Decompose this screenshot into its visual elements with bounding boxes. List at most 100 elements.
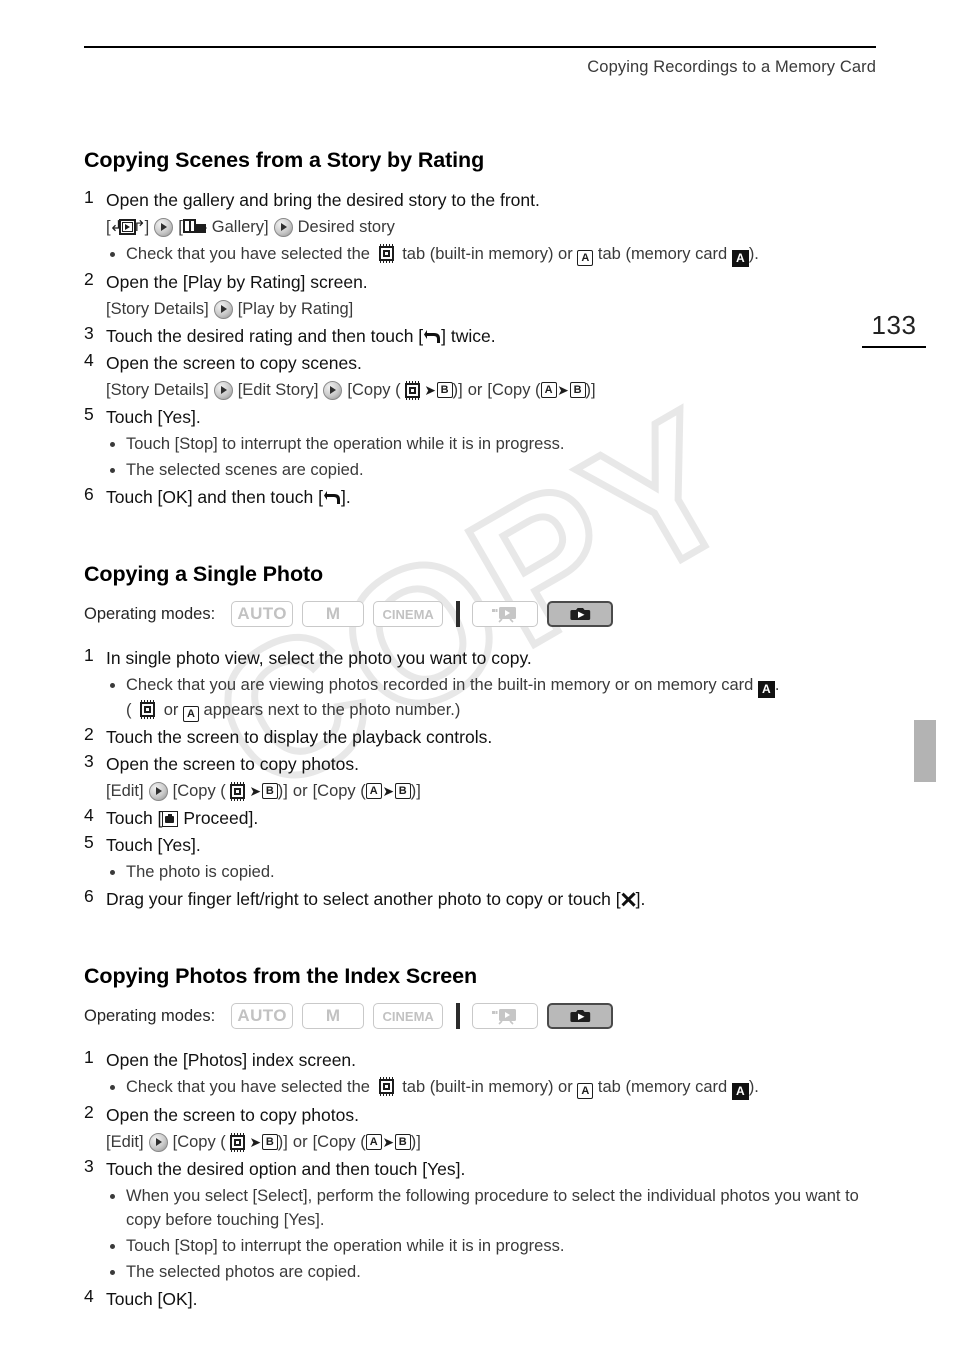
bullet-list: Check that you are viewing photos record… bbox=[106, 673, 884, 722]
step-text-post: ] twice. bbox=[441, 326, 496, 346]
operating-modes-label: Operating modes: bbox=[84, 1006, 216, 1025]
step-number: 2 bbox=[84, 724, 94, 744]
copy-open-2: [Copy ( bbox=[312, 1133, 366, 1151]
step-text: Touch [OK]. bbox=[106, 1289, 198, 1309]
mode-badge-m[interactable]: M bbox=[302, 601, 365, 627]
card-b-icon: B bbox=[394, 1134, 411, 1150]
bullet-list: Check that you have selected the tab (bu… bbox=[106, 242, 884, 267]
chevron-right-icon bbox=[273, 217, 293, 237]
mode-badge-auto[interactable]: AUTO bbox=[231, 1003, 294, 1029]
copy-close-1: )] bbox=[452, 381, 463, 399]
step-item: 4 Touch [OK]. bbox=[84, 1286, 884, 1312]
copy-close-2: )] bbox=[410, 1133, 421, 1151]
photo-playback-icon bbox=[570, 608, 591, 620]
path-p1: [Edit] bbox=[106, 782, 144, 800]
mode-divider bbox=[456, 1003, 461, 1029]
step-text-pre: Drag your finger left/right to select an… bbox=[106, 889, 621, 909]
step-number: 3 bbox=[84, 323, 94, 343]
step-text-pre: Touch [ bbox=[106, 808, 163, 828]
step-number: 3 bbox=[84, 751, 94, 771]
memory-card-a-icon: A bbox=[731, 1083, 749, 1100]
step-item: 1 In single photo view, select the photo… bbox=[84, 645, 884, 722]
swirl-right-icon: ↱ bbox=[133, 216, 146, 235]
builtin-memory-icon bbox=[378, 1077, 395, 1096]
copy-open-1: [Copy ( bbox=[347, 381, 401, 399]
mode-badge-photo-playback[interactable] bbox=[547, 1003, 614, 1029]
step-text-pre: Touch the desired rating and then touch … bbox=[106, 326, 424, 346]
bullet-text-mid: tab (built-in memory) or bbox=[402, 1078, 573, 1096]
copy-open-2: [Copy ( bbox=[487, 381, 541, 399]
step-number: 2 bbox=[84, 269, 94, 289]
or-label: or bbox=[292, 1133, 308, 1151]
header-rule bbox=[84, 46, 876, 48]
copy-open-1: [Copy ( bbox=[172, 1133, 226, 1151]
mode-badge-video-playback[interactable] bbox=[472, 1003, 539, 1029]
arrow-right-icon: ➤ bbox=[424, 382, 436, 398]
step-number: 3 bbox=[84, 1156, 94, 1176]
list-item: The selected photos are copied. bbox=[106, 1260, 884, 1284]
mode-badge-cinema[interactable]: CINEMA bbox=[373, 1003, 444, 1029]
close-x-icon bbox=[621, 892, 636, 907]
step-text: In single photo view, select the photo y… bbox=[106, 648, 532, 668]
video-playback-icon bbox=[492, 1009, 517, 1025]
card-a-icon: A bbox=[365, 1134, 382, 1150]
step-text: Open the screen to copy photos. bbox=[106, 754, 359, 774]
bullet-list: Check that you have selected the tab (bu… bbox=[106, 1075, 884, 1100]
step-text: Touch the screen to display the playback… bbox=[106, 727, 493, 747]
step-path: [ ↲ ↱ ] [ Gallery] Desired story bbox=[106, 214, 884, 240]
mode-badge-cinema[interactable]: CINEMA bbox=[373, 601, 444, 627]
bullet-list: Touch [Stop] to interrupt the operation … bbox=[106, 432, 884, 482]
bullet-text-pre: Check that you are viewing photos record… bbox=[126, 676, 754, 694]
step-text: Open the gallery and bring the desired s… bbox=[106, 190, 540, 210]
step-text: Touch [OK] and then touch []. bbox=[106, 484, 884, 510]
mode-badge-photo-playback[interactable] bbox=[547, 601, 614, 627]
bullet-text-post: ). bbox=[748, 1078, 759, 1096]
chevron-right-icon bbox=[154, 217, 174, 237]
chevron-right-icon bbox=[213, 299, 233, 319]
return-arrow-icon bbox=[323, 489, 341, 506]
copy-open-1: [Copy ( bbox=[172, 782, 226, 800]
manual-page: Copying Recordings to a Memory Card 133 … bbox=[0, 0, 954, 1352]
step-text: Touch the desired option and then touch … bbox=[106, 1159, 466, 1179]
step-path: [Story Details] [Play by Rating] bbox=[106, 296, 884, 322]
step-item: 1 Open the [Photos] index screen. Check … bbox=[84, 1047, 884, 1100]
bullet-text-pre: Check that you have selected the bbox=[126, 245, 370, 263]
bullet-text-mid2: tab (memory card bbox=[597, 245, 728, 263]
step-number: 5 bbox=[84, 832, 94, 852]
path-p2: [Edit Story] bbox=[237, 381, 319, 399]
arrow-right-icon: ➤ bbox=[249, 783, 262, 799]
list-item: Touch [Stop] to interrupt the operation … bbox=[106, 432, 884, 456]
mode-badge-auto[interactable]: AUTO bbox=[231, 601, 294, 627]
list-item: Check that you have selected the tab (bu… bbox=[106, 242, 884, 267]
arrow-right-icon: ➤ bbox=[382, 1134, 395, 1150]
arrow-right-icon: ➤ bbox=[249, 1134, 262, 1150]
mode-badge-m[interactable]: M bbox=[302, 1003, 365, 1029]
list-item: The photo is copied. bbox=[106, 860, 884, 884]
copy-close-1: )] bbox=[277, 1133, 288, 1151]
step-item: 3 Open the screen to copy photos. [Edit]… bbox=[84, 751, 884, 804]
builtin-memory-icon bbox=[229, 781, 246, 801]
step-number: 6 bbox=[84, 484, 94, 504]
step-item: 4 Open the screen to copy scenes. [Story… bbox=[84, 350, 884, 403]
card-b-icon: B bbox=[436, 382, 453, 398]
memory-card-a-icon: A bbox=[757, 681, 775, 698]
section-copying-scenes: Copying Scenes from a Story by Rating 1 … bbox=[84, 148, 884, 510]
gallery-icon bbox=[182, 218, 209, 236]
mode-badge-video-playback[interactable] bbox=[472, 601, 539, 627]
step-number: 1 bbox=[84, 1047, 94, 1067]
operating-modes-label: Operating modes: bbox=[84, 604, 216, 623]
arrow-right-icon: ➤ bbox=[382, 783, 395, 799]
bullet-text-pre: Check that you have selected the bbox=[126, 1078, 370, 1096]
step-number: 1 bbox=[84, 645, 94, 665]
bullet-text-post: ). bbox=[748, 245, 759, 263]
operating-modes-row: Operating modes: AUTO M CINEMA bbox=[84, 601, 884, 627]
step-number: 4 bbox=[84, 350, 94, 370]
or-label: or bbox=[467, 381, 483, 399]
step-text: Touch [Yes]. bbox=[106, 835, 201, 855]
builtin-memory-icon bbox=[229, 1132, 246, 1152]
step-text: Touch [Yes]. bbox=[106, 407, 201, 427]
path-right: [Play by Rating] bbox=[237, 300, 354, 318]
section-title: Copying Scenes from a Story by Rating bbox=[84, 148, 485, 172]
operating-modes-row: Operating modes: AUTO M CINEMA bbox=[84, 1003, 884, 1029]
desired-story-label: Desired story bbox=[297, 218, 395, 236]
